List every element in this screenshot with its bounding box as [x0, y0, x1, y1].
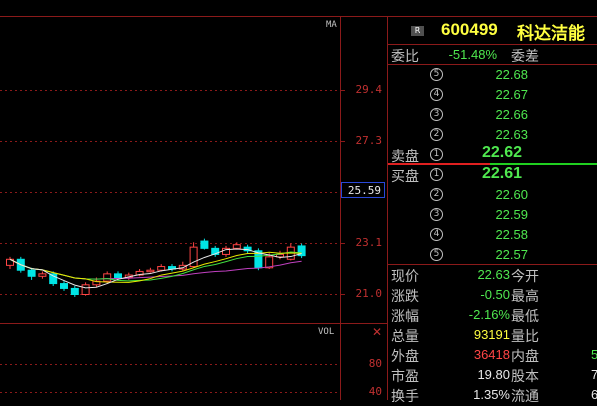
candle-body[interactable]	[49, 273, 58, 285]
level-2-icon: 2	[430, 188, 443, 201]
sell-price: 22.68	[495, 67, 528, 82]
price-tick-label: 21.0	[356, 287, 383, 300]
quote-label: 换手	[391, 389, 419, 405]
quote-row-price: 现价 22.63 今开	[388, 265, 597, 285]
sell-level-row[interactable]: 5 22.68	[388, 65, 597, 85]
buy-price: 22.58	[495, 227, 528, 242]
level-3-icon: 3	[430, 208, 443, 221]
buy-level-row[interactable]: 4 22.58	[388, 225, 597, 245]
level-4-icon: 4	[430, 88, 443, 101]
rank-badge[interactable]: R	[411, 26, 424, 36]
level-5-icon: 5	[430, 68, 443, 81]
buy-label: 买盘	[391, 169, 419, 185]
quote-label-2: 最低	[511, 309, 539, 325]
quote-label: 外盘	[391, 349, 419, 365]
candle-body[interactable]	[114, 273, 122, 279]
price-tick-label: 27.3	[356, 134, 383, 147]
quote-value: 36418	[473, 347, 510, 362]
candle-body[interactable]	[27, 269, 36, 277]
quote-label-2: 内盘	[511, 349, 539, 365]
weicha-label: 委差	[511, 49, 539, 65]
level-3-icon: 3	[430, 108, 443, 121]
sell-price-best: 22.62	[481, 144, 522, 161]
candle-body[interactable]	[200, 240, 209, 249]
quote-label: 涨幅	[391, 309, 419, 325]
stock-name: 科达洁能	[517, 24, 585, 44]
sell-price: 22.63	[495, 127, 528, 142]
candle-body[interactable]	[157, 266, 166, 271]
quote-row-pe: 市盈 19.80 股本 7	[388, 365, 597, 385]
quote-row-turnover: 换手 1.35% 流通 6	[388, 385, 597, 405]
quote-label-2: 股本	[511, 369, 539, 385]
buy-price: 22.60	[495, 187, 528, 202]
candle-body[interactable]	[70, 287, 79, 295]
close-icon[interactable]: ✕	[372, 325, 382, 339]
level-5-icon: 5	[430, 248, 443, 261]
weibi-value: -51.48%	[448, 47, 497, 62]
buy-level-row[interactable]: 2 22.60	[388, 185, 597, 205]
quote-value-2: 7	[591, 367, 597, 382]
quote-row-pct: 涨幅 -2.16% 最低	[388, 305, 597, 325]
volume-tick-label: 80	[369, 357, 382, 370]
quote-label: 总量	[391, 329, 419, 345]
quote-label: 现价	[391, 269, 419, 285]
price-tick-label: 29.4	[356, 83, 383, 96]
quote-value: -2.16%	[468, 307, 510, 322]
quote-value: 93191	[473, 327, 510, 342]
sell-level-row[interactable]: 4 22.67	[388, 85, 597, 105]
quote-label: 市盈	[391, 369, 419, 385]
quote-label-2: 最高	[511, 289, 539, 305]
weibi-row: 委比 -51.48% 委差	[388, 45, 597, 65]
sell-level-row[interactable]: 3 22.66	[388, 105, 597, 125]
sell-label: 卖盘	[391, 149, 419, 165]
quote-label-2: 量比	[511, 329, 539, 345]
quote-row-change: 涨跌 -0.50 最高	[388, 285, 597, 305]
sell-level-row[interactable]: 卖盘 1 22.62	[388, 144, 597, 165]
candle-body[interactable]	[38, 273, 47, 277]
quote-row-outer: 外盘 36418 内盘 5	[388, 345, 597, 365]
buy-price-best: 22.61	[481, 165, 522, 182]
sell-level-row[interactable]: 2 22.63	[388, 125, 597, 145]
price-tick-label: 23.1	[356, 236, 383, 249]
stock-terminal: MA 29.4 27.3 23.1 21.0 25.59 VOL ✕ 80 40…	[0, 0, 597, 405]
level-1-icon: 1	[430, 148, 443, 161]
level-4-icon: 4	[430, 228, 443, 241]
quote-label: 涨跌	[391, 289, 419, 305]
quote-value: 19.80	[477, 367, 510, 382]
candle-body[interactable]	[81, 284, 90, 295]
quote-label-2: 流通	[511, 389, 539, 405]
current-price-marker: 25.59	[348, 184, 381, 197]
candle-body[interactable]	[103, 273, 112, 282]
stock-code: 600499	[441, 20, 498, 39]
candle-body[interactable]	[232, 244, 241, 249]
buy-level-row[interactable]: 5 22.57	[388, 245, 597, 265]
buy-level-row[interactable]: 买盘 1 22.61	[388, 165, 597, 185]
level-2-icon: 2	[430, 128, 443, 141]
ma-indicator-label: MA	[326, 20, 337, 30]
quote-row-volume: 总量 93191 量比	[388, 325, 597, 345]
buy-price: 22.59	[495, 207, 528, 222]
quote-label-2: 今开	[511, 269, 539, 285]
stock-header: R 600499 科达洁能	[388, 17, 597, 44]
quote-value: 22.63	[477, 267, 510, 282]
volume-label: VOL	[318, 327, 334, 337]
sell-price: 22.66	[495, 107, 528, 122]
quote-value-2: 5	[591, 347, 597, 362]
quote-value: -0.50	[480, 287, 510, 302]
candle-body[interactable]	[60, 283, 68, 289]
weibi-label: 委比	[391, 49, 419, 65]
level-1-icon: 1	[430, 168, 443, 181]
sell-price: 22.67	[495, 87, 528, 102]
buy-price: 22.57	[495, 247, 528, 262]
buy-level-row[interactable]: 3 22.59	[388, 205, 597, 225]
candle-body[interactable]	[146, 269, 155, 273]
volume-tick-label: 40	[369, 385, 382, 398]
